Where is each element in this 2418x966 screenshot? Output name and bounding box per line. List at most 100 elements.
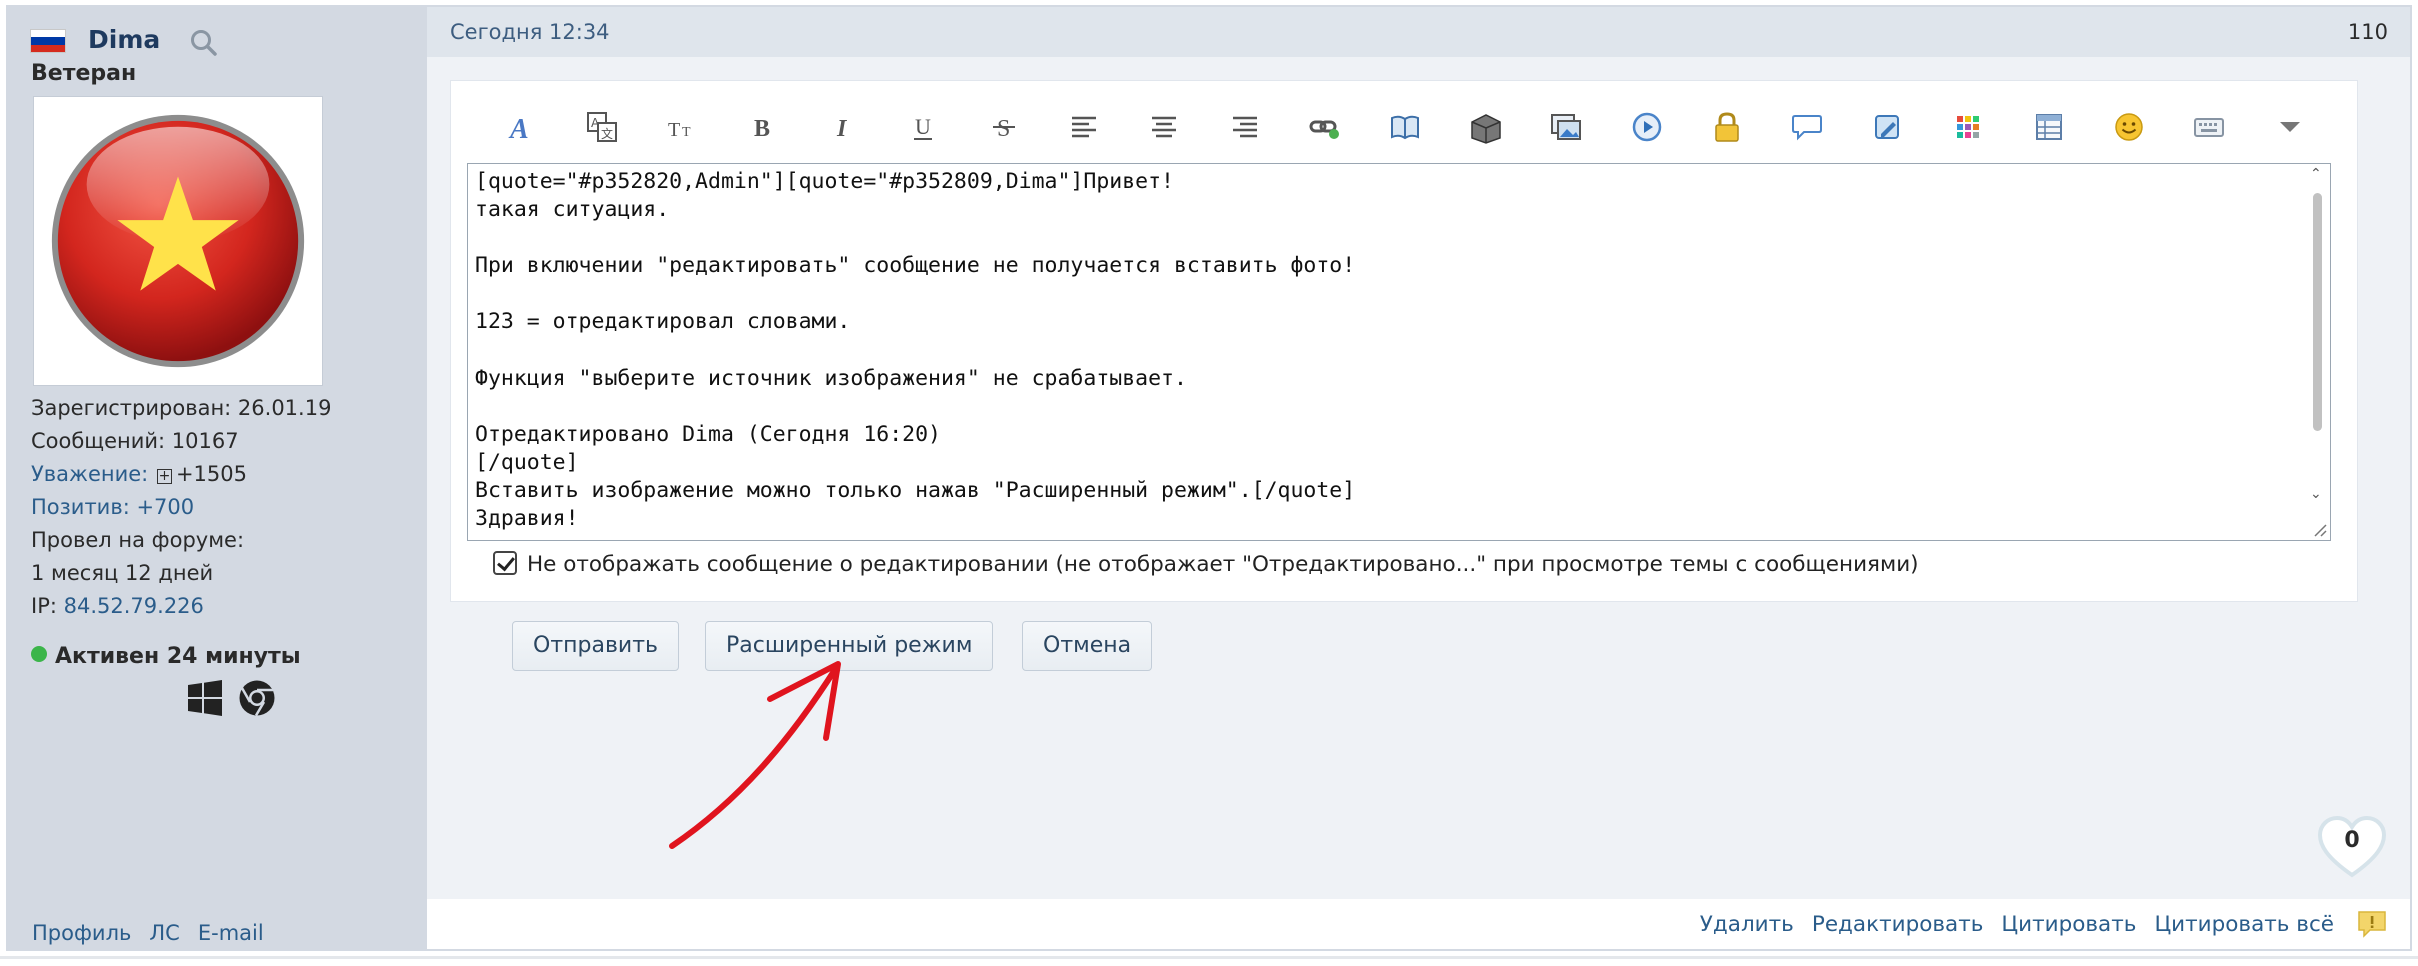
link-icon[interactable]: [1285, 103, 1365, 151]
windows-icon: [186, 679, 224, 717]
hide-edit-notice-checkbox[interactable]: Не отображать сообщение о редактировании…: [493, 551, 1919, 577]
svg-text:T: T: [668, 119, 680, 141]
positive-value[interactable]: Позитив: +700: [31, 495, 194, 519]
pm-link[interactable]: ЛС: [149, 921, 179, 945]
underline-icon[interactable]: U: [883, 103, 963, 151]
post-number[interactable]: 110: [2348, 20, 2388, 44]
plus-icon[interactable]: +: [156, 469, 172, 484]
italic-icon[interactable]: I: [803, 103, 883, 151]
user-info-column: Dima Ветеран Зарегистрирован: 26.01.19 С…: [8, 7, 427, 949]
edit-quote-icon[interactable]: [1848, 103, 1928, 151]
svg-text:U: U: [915, 114, 931, 139]
report-icon[interactable]: [2356, 909, 2388, 939]
quick-edit-panel: AA文TTBIUS [quote="#p352820,Admin"][quote…: [450, 80, 2358, 602]
registration-date: Зарегистрирован: 26.01.19: [31, 396, 332, 420]
cancel-button[interactable]: Отмена: [1022, 621, 1153, 671]
align-center-icon[interactable]: [1124, 103, 1204, 151]
ip-label: IP:: [31, 594, 57, 618]
align-left-icon[interactable]: [1044, 103, 1124, 151]
message-text-line[interactable]: Здравия!: [475, 505, 1355, 533]
advanced-mode-button[interactable]: Расширенный режим: [705, 621, 994, 671]
message-text-line[interactable]: [475, 393, 1355, 421]
scroll-up-icon[interactable]: ⌃: [2310, 166, 2322, 182]
resize-grip-icon[interactable]: [2309, 519, 2327, 537]
online-status: Активен 24 минуты: [31, 644, 301, 669]
post-separator: [0, 956, 2418, 959]
keyboard-icon[interactable]: [2169, 103, 2249, 151]
svg-text:A: A: [508, 114, 529, 144]
svg-text:文: 文: [601, 126, 613, 141]
ip-row: IP: 84.52.79.226: [31, 594, 204, 618]
color-grid-icon[interactable]: [1928, 103, 2008, 151]
book-icon[interactable]: [1365, 103, 1445, 151]
russia-flag-icon: [30, 29, 66, 53]
like-count: 0: [2344, 828, 2360, 853]
svg-text:I: I: [836, 116, 848, 142]
username-link[interactable]: Dima: [88, 25, 160, 54]
respect-value: +1505: [175, 462, 247, 486]
edit-link[interactable]: Редактировать: [1812, 912, 1984, 937]
post-date-link[interactable]: Сегодня 12:34: [450, 20, 610, 44]
image-icon[interactable]: [1526, 103, 1606, 151]
more-arrow-icon[interactable]: [2250, 103, 2330, 151]
strikethrough-icon[interactable]: S: [963, 103, 1043, 151]
time-on-forum-label: Провел на форуме:: [31, 528, 245, 552]
online-dot-icon: [31, 646, 47, 662]
svg-text:S: S: [997, 116, 1010, 142]
message-text-line[interactable]: такая ситуация.: [475, 196, 1355, 224]
scroll-down-icon[interactable]: ⌄: [2310, 486, 2322, 502]
svg-text:T: T: [682, 125, 691, 140]
post-content-column: Сегодня 12:34 110 AA文TTBIUS [quote="#p35…: [427, 7, 2410, 949]
chrome-icon: [238, 679, 276, 717]
editor-toolbar: AA文TTBIUS: [481, 103, 2330, 153]
message-text-line[interactable]: Вставить изображение можно только нажав …: [475, 477, 1355, 505]
message-text-line[interactable]: [/quote]: [475, 449, 1355, 477]
ip-value[interactable]: 84.52.79.226: [64, 594, 204, 618]
bold-icon[interactable]: B: [722, 103, 802, 151]
message-text-line[interactable]: [quote="#p352820,Admin"][quote="#p352809…: [475, 168, 1355, 196]
search-user-posts-icon[interactable]: [188, 27, 220, 59]
post-footer: Удалить Редактировать Цитировать Цитировать…: [427, 899, 2410, 949]
translate-icon[interactable]: A文: [561, 103, 641, 151]
message-text[interactable]: [quote="#p352820,Admin"][quote="#p352809…: [475, 168, 1355, 533]
respect-label[interactable]: Уважение:: [31, 462, 148, 486]
user-links: Профиль ЛС E-mail: [32, 921, 282, 945]
time-on-forum-value: 1 месяц 12 дней: [31, 561, 214, 585]
align-right-icon[interactable]: [1205, 103, 1285, 151]
avatar: [33, 96, 323, 386]
message-text-line[interactable]: Функция "выберите источник изображения" …: [475, 365, 1355, 393]
font-color-icon[interactable]: A: [481, 103, 561, 151]
archive-box-icon[interactable]: [1446, 103, 1526, 151]
user-rank: Ветеран: [31, 61, 137, 86]
quote-link[interactable]: Цитировать: [2001, 912, 2136, 937]
respect-row: Уважение: + +1505: [31, 462, 247, 486]
font-size-icon[interactable]: TT: [642, 103, 722, 151]
svg-text:B: B: [754, 116, 770, 142]
message-textarea[interactable]: [quote="#p352820,Admin"][quote="#p352809…: [467, 163, 2331, 541]
online-status-text: Активен 24 минуты: [55, 644, 301, 669]
submit-button[interactable]: Отправить: [512, 621, 680, 671]
message-count: Сообщений: 10167: [31, 429, 239, 453]
profile-link[interactable]: Профиль: [32, 921, 131, 945]
positive-row: Позитив: +700: [31, 495, 194, 519]
smiley-icon[interactable]: [2089, 103, 2169, 151]
checkbox-label: Не отображать сообщение о редактировании…: [527, 552, 1919, 577]
video-play-icon[interactable]: [1606, 103, 1686, 151]
scrollbar-thumb[interactable]: [2313, 193, 2322, 431]
message-text-line[interactable]: [475, 337, 1355, 365]
checkbox-checked-icon[interactable]: [493, 551, 517, 575]
message-text-line[interactable]: При включении "редактировать" сообщение …: [475, 252, 1355, 280]
textarea-scrollbar[interactable]: ⌃ ⌄: [2306, 166, 2328, 538]
post-actions: Удалить Редактировать Цитировать Цитировать…: [1682, 912, 2334, 937]
table-icon[interactable]: [2008, 103, 2088, 151]
lock-icon[interactable]: [1687, 103, 1767, 151]
delete-link[interactable]: Удалить: [1700, 912, 1794, 937]
message-text-line[interactable]: Отредактировано Dima (Сегодня 16:20): [475, 421, 1355, 449]
speech-bubble-icon[interactable]: [1767, 103, 1847, 151]
post-header: Сегодня 12:34 110: [427, 7, 2410, 57]
message-text-line[interactable]: 123 = отредактировал словами.: [475, 308, 1355, 336]
email-link[interactable]: E-mail: [198, 921, 264, 945]
quote-all-link[interactable]: Цитировать всё: [2154, 912, 2334, 937]
message-text-line[interactable]: [475, 280, 1355, 308]
message-text-line[interactable]: [475, 224, 1355, 252]
